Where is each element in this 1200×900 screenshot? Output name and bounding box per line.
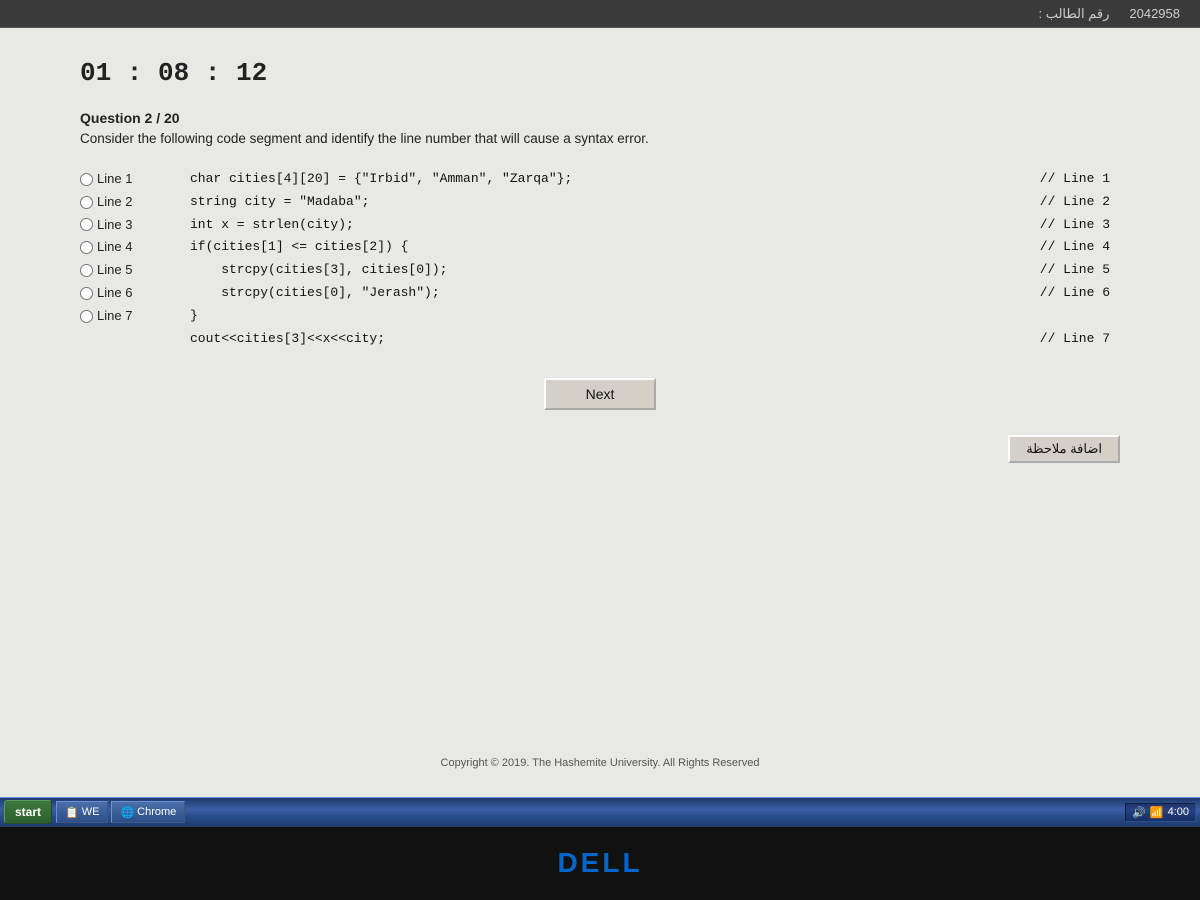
next-button[interactable]: Next <box>544 378 657 410</box>
radio-line6-label[interactable]: Line 6 <box>80 283 190 304</box>
taskbar: start 📋 WE 🌐 Chrome 🔊 📶 4:00 <box>0 797 1200 827</box>
radio-line2[interactable] <box>80 196 93 209</box>
question-header: Question 2 / 20 <box>80 110 1120 126</box>
code-section: Line 1 char cities[4][20] = {"Irbid", "A… <box>80 168 1120 350</box>
code-row-3: Line 3 int x = strlen(city); // Line 3 <box>80 214 1120 237</box>
student-id-value: 2042958 <box>1129 6 1180 21</box>
radio-line4-label[interactable]: Line 4 <box>80 237 190 258</box>
code-row-6: Line 6 strcpy(cities[0], "Jerash"); // L… <box>80 282 1120 305</box>
code-line3: int x = strlen(city); <box>190 215 1040 236</box>
question-text: Consider the following code segment and … <box>80 131 1120 146</box>
radio-line7[interactable] <box>80 310 93 323</box>
option-line6-text: Line 6 <box>97 283 132 304</box>
radio-line1[interactable] <box>80 173 93 186</box>
button-area: Next <box>80 378 1120 410</box>
tray-icon2: 📶 <box>1150 806 1164 819</box>
student-id-label: رقم الطالب : <box>1038 6 1109 22</box>
option-line1-text: Line 1 <box>97 169 132 190</box>
code-comment5: // Line 5 <box>1040 260 1120 281</box>
taskbar-item-we[interactable]: 📋 WE <box>56 801 108 823</box>
radio-line3-label[interactable]: Line 3 <box>80 215 190 236</box>
taskbar-we-icon: 📋 <box>65 806 79 819</box>
code-comment1: // Line 1 <box>1040 169 1120 190</box>
radio-line5[interactable] <box>80 264 93 277</box>
taskbar-items: 📋 WE 🌐 Chrome <box>56 801 185 823</box>
code-line4: if(cities[1] <= cities[2]) { <box>190 237 1040 258</box>
option-line7-text: Line 7 <box>97 306 132 327</box>
code-row-8: cout<<cities[3]<<x<<city; // Line 7 <box>80 328 1120 351</box>
code-comment6: // Line 6 <box>1040 283 1120 304</box>
radio-line7-label[interactable]: Line 7 <box>80 306 190 327</box>
taskbar-left: start 📋 WE 🌐 Chrome <box>4 800 185 824</box>
taskbar-right: 🔊 📶 4:00 <box>1125 803 1196 822</box>
code-row-5: Line 5 strcpy(cities[3], cities[0]); // … <box>80 259 1120 282</box>
top-bar: 2042958 رقم الطالب : <box>0 0 1200 28</box>
taskbar-chrome-label: Chrome <box>137 806 176 818</box>
taskbar-item-chrome[interactable]: 🌐 Chrome <box>111 801 185 823</box>
code-row-2: Line 2 string city = "Madaba"; // Line 2 <box>80 191 1120 214</box>
code-comment3: // Line 3 <box>1040 215 1120 236</box>
system-tray: 🔊 📶 4:00 <box>1125 803 1196 822</box>
radio-line5-label[interactable]: Line 5 <box>80 260 190 281</box>
option-line4-text: Line 4 <box>97 237 132 258</box>
code-row-7: Line 7 } <box>80 305 1120 328</box>
start-button[interactable]: start <box>4 800 52 824</box>
option-line5-text: Line 5 <box>97 260 132 281</box>
code-line8: cout<<cities[3]<<x<<city; <box>190 329 1040 350</box>
dell-logo: DELL <box>557 847 642 879</box>
radio-line4[interactable] <box>80 241 93 254</box>
code-comment2: // Line 2 <box>1040 192 1120 213</box>
code-row-4: Line 4 if(cities[1] <= cities[2]) { // L… <box>80 236 1120 259</box>
top-bar-info: 2042958 رقم الطالب : <box>1038 6 1180 22</box>
note-area: اضافة ملاحظة <box>80 435 1120 463</box>
code-line6: strcpy(cities[0], "Jerash"); <box>190 283 1040 304</box>
tray-icon1: 🔊 <box>1132 806 1146 819</box>
timer-display: 01 : 08 : 12 <box>80 58 1120 88</box>
code-comment4: // Line 4 <box>1040 237 1120 258</box>
note-button[interactable]: اضافة ملاحظة <box>1008 435 1120 463</box>
option-line3-text: Line 3 <box>97 215 132 236</box>
code-line5: strcpy(cities[3], cities[0]); <box>190 260 1040 281</box>
code-row-1: Line 1 char cities[4][20] = {"Irbid", "A… <box>80 168 1120 191</box>
taskbar-chrome-icon: 🌐 <box>120 806 134 819</box>
code-comment8: // Line 7 <box>1040 329 1120 350</box>
code-line2: string city = "Madaba"; <box>190 192 1040 213</box>
code-line7: } <box>190 306 1110 327</box>
taskbar-we-label: WE <box>82 806 100 818</box>
radio-line1-label[interactable]: Line 1 <box>80 169 190 190</box>
option-line2-text: Line 2 <box>97 192 132 213</box>
code-line1: char cities[4][20] = {"Irbid", "Amman", … <box>190 169 1040 190</box>
dell-area: DELL <box>0 827 1200 900</box>
radio-line2-label[interactable]: Line 2 <box>80 192 190 213</box>
copyright-text: Copyright © 2019. The Hashemite Universi… <box>80 749 1120 777</box>
radio-line3[interactable] <box>80 218 93 231</box>
clock: 4:00 <box>1168 806 1189 818</box>
main-content: 01 : 08 : 12 Question 2 / 20 Consider th… <box>0 28 1200 797</box>
radio-line6[interactable] <box>80 287 93 300</box>
